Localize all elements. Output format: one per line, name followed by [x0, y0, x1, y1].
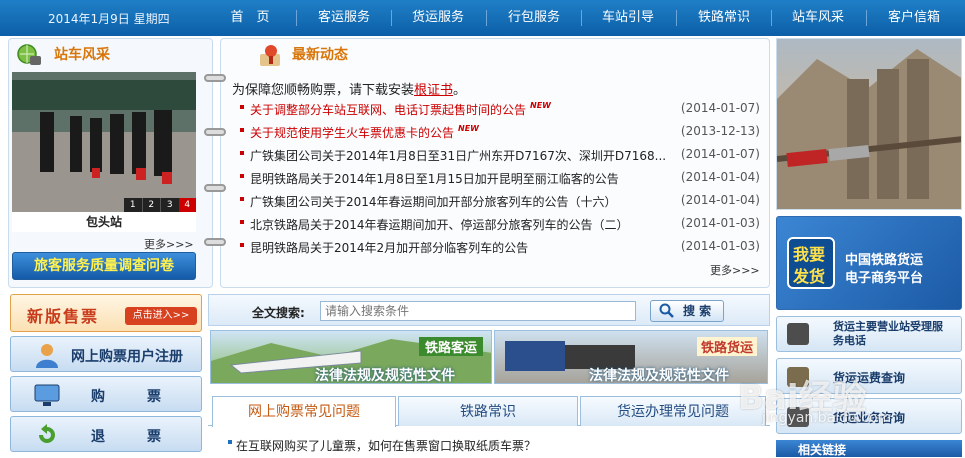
passenger-law-tag: 铁路客运 [418, 337, 483, 356]
news-item-title[interactable]: 昆明铁路局关于2014年1月8日至1月15日加开昆明至丽江临客的公告 [250, 172, 619, 186]
buy-ticket-button[interactable]: 购 票 [10, 376, 202, 412]
search-button[interactable]: 搜 索 [650, 300, 724, 322]
refund-ticket-label: 退 票 [91, 429, 175, 445]
news-item-date: (2013-12-13) [680, 124, 760, 138]
news-item-date: (2014-01-07) [680, 101, 760, 115]
news-item-date: (2014-01-07) [680, 147, 760, 161]
top-nav-bar: 2014年1月9日 星期四 首 页 客运服务 货运服务 行包服务 车站引导 铁路… [0, 0, 965, 36]
enter-button[interactable]: 点击进入>> [125, 307, 197, 325]
nav-station-gallery[interactable]: 站车风采 [782, 8, 854, 28]
current-date: 2014年1月9日 星期四 [48, 12, 170, 26]
news-item-date: (2014-01-03) [680, 239, 760, 253]
news-item-title[interactable]: 北京铁路局关于2014年春运期间加开、停运部分旅客列车的公告（二） [250, 218, 629, 232]
freight-law-banner[interactable]: 铁路货运 法律法规及规范性文件 [494, 330, 768, 384]
computer-icon [33, 383, 61, 407]
news-item-date: (2014-01-04) [680, 193, 760, 207]
passenger-law-banner[interactable]: 铁路客运 法律法规及规范性文件 [210, 330, 492, 384]
pager-3[interactable]: 3 [160, 198, 179, 212]
cert-download-link[interactable]: 根证书 [414, 83, 453, 98]
news-item[interactable]: 昆明铁路局关于2014年1月8日至1月15日加开昆明至丽江临客的公告 (2014-… [240, 167, 765, 190]
news-item-title[interactable]: 昆明铁路局关于2014年2月加开部分临客列车的公告 [250, 241, 528, 255]
station-caption: 包头站 [12, 212, 196, 232]
news-item-title[interactable]: 关于规范使用学生火车票优惠卡的公告 [250, 126, 454, 140]
survey-button[interactable]: 旅客服务质量调查问卷 [12, 252, 196, 280]
new-badge: NEW [458, 124, 479, 133]
nav-baggage-service[interactable]: 行包服务 [498, 8, 570, 28]
new-ticketing-label: 新版售票 [27, 307, 100, 326]
search-label: 全文搜索: [252, 306, 305, 320]
cert-notice-text: 为保障您顺畅购票，请下载安装 [232, 83, 415, 98]
freight-station-phone-button[interactable]: 货运主要营业站受理服务电话 [776, 316, 962, 352]
freight-banner-line2: 电子商务平台 [845, 271, 924, 286]
search-button-label: 搜 索 [683, 304, 712, 318]
new-ticketing-banner[interactable]: 新版售票 点击进入>> [10, 294, 202, 332]
nav-customer-mailbox[interactable]: 客户信箱 [878, 8, 950, 28]
freight-ecommerce-banner[interactable]: 我要 发货 中国铁路货运 电子商务平台 [776, 216, 962, 310]
tab-ticket-faq[interactable]: 网上购票常见问题 [212, 396, 396, 427]
news-item[interactable]: 广铁集团公司关于2014年1月8日至31日广州东开D7167次、深圳开D7168… [240, 144, 765, 167]
news-item-date: (2014-01-03) [680, 216, 760, 230]
phone-icon [787, 323, 809, 345]
globe-icon [16, 42, 42, 68]
nav-passenger-service[interactable]: 客运服务 [308, 8, 380, 28]
tab-railway-knowledge[interactable]: 铁路常识 [398, 396, 578, 426]
user-register-label: 网上购票用户注册 [71, 349, 183, 365]
faq-item[interactable]: 在互联网购买了儿童票，如何在售票窗口换取纸质车票？ [236, 437, 536, 454]
pager-1[interactable]: 1 [124, 198, 142, 212]
freight-law-caption: 法律法规及规范性文件 [589, 368, 729, 384]
watermark-url: jingyan.baidu.com [762, 410, 892, 426]
user-register-button[interactable]: 网上购票用户注册 [10, 336, 202, 372]
user-icon [33, 341, 61, 369]
station-gallery-title: 站车风采 [54, 47, 110, 63]
photo-pager: 1 2 3 4 [124, 198, 196, 212]
news-item[interactable]: 关于规范使用学生火车票优惠卡的公告 NEW (2013-12-13) [240, 121, 765, 144]
nav-railway-knowledge[interactable]: 铁路常识 [688, 8, 760, 28]
magnifier-icon [659, 303, 675, 325]
pager-4[interactable]: 4 [178, 198, 196, 212]
news-item-title[interactable]: 广铁集团公司关于2014年1月8日至31日广州东开D7167次、深圳开D7168… [250, 149, 666, 163]
new-badge: NEW [530, 101, 551, 110]
freight-law-tag: 铁路货运 [696, 337, 757, 356]
passenger-law-caption: 法律法规及规范性文件 [315, 368, 455, 384]
nav-home[interactable]: 首 页 [222, 8, 278, 28]
pager-2[interactable]: 2 [141, 198, 160, 212]
megaphone-icon [258, 42, 284, 68]
freight-station-phone-label: 货运主要营业站受理服务电话 [833, 320, 943, 347]
nav-freight-service[interactable]: 货运服务 [402, 8, 474, 28]
nav-station-guide[interactable]: 车站引导 [592, 8, 664, 28]
search-input[interactable] [320, 301, 636, 321]
station-more-link[interactable]: 更多>>> [144, 236, 194, 252]
news-item[interactable]: 北京铁路局关于2014年春运期间加开、停运部分旅客列车的公告（二） (2014-0… [240, 213, 765, 236]
freight-banner-line1: 中国铁路货运 [845, 253, 924, 268]
news-item[interactable]: 关于调整部分车站互联网、电话订票起售时间的公告 NEW (2014-01-07) [240, 98, 765, 121]
station-photo[interactable] [12, 72, 196, 212]
news-more-link[interactable]: 更多>>> [710, 262, 760, 278]
news-item[interactable]: 广铁集团公司关于2014年春运期间加开部分旅客列车的公告（十六） (2014-01… [240, 190, 765, 213]
freight-banner-big2: 发货 [793, 267, 826, 286]
news-item-date: (2014-01-04) [680, 170, 760, 184]
news-item-title[interactable]: 广铁集团公司关于2014年春运期间加开部分旅客列车的公告（十六） [250, 195, 617, 209]
news-title: 最新动态 [292, 47, 348, 63]
news-item-title[interactable]: 关于调整部分车站互联网、电话订票起售时间的公告 [250, 103, 526, 117]
return-arrow-icon [33, 423, 61, 447]
news-item[interactable]: 昆明铁路局关于2014年2月加开部分临客列车的公告 (2014-01-03) [240, 236, 765, 259]
cert-notice-suffix: 。 [453, 83, 467, 98]
refund-ticket-button[interactable]: 退 票 [10, 416, 202, 452]
cert-notice: 为保障您顺畅购票，请下载安装根证书。 [232, 79, 466, 98]
freight-train-photo[interactable] [776, 38, 962, 210]
buy-ticket-label: 购 票 [91, 389, 175, 405]
related-links-title: 相关链接 [798, 443, 847, 457]
freight-banner-big1: 我要 [793, 245, 826, 264]
